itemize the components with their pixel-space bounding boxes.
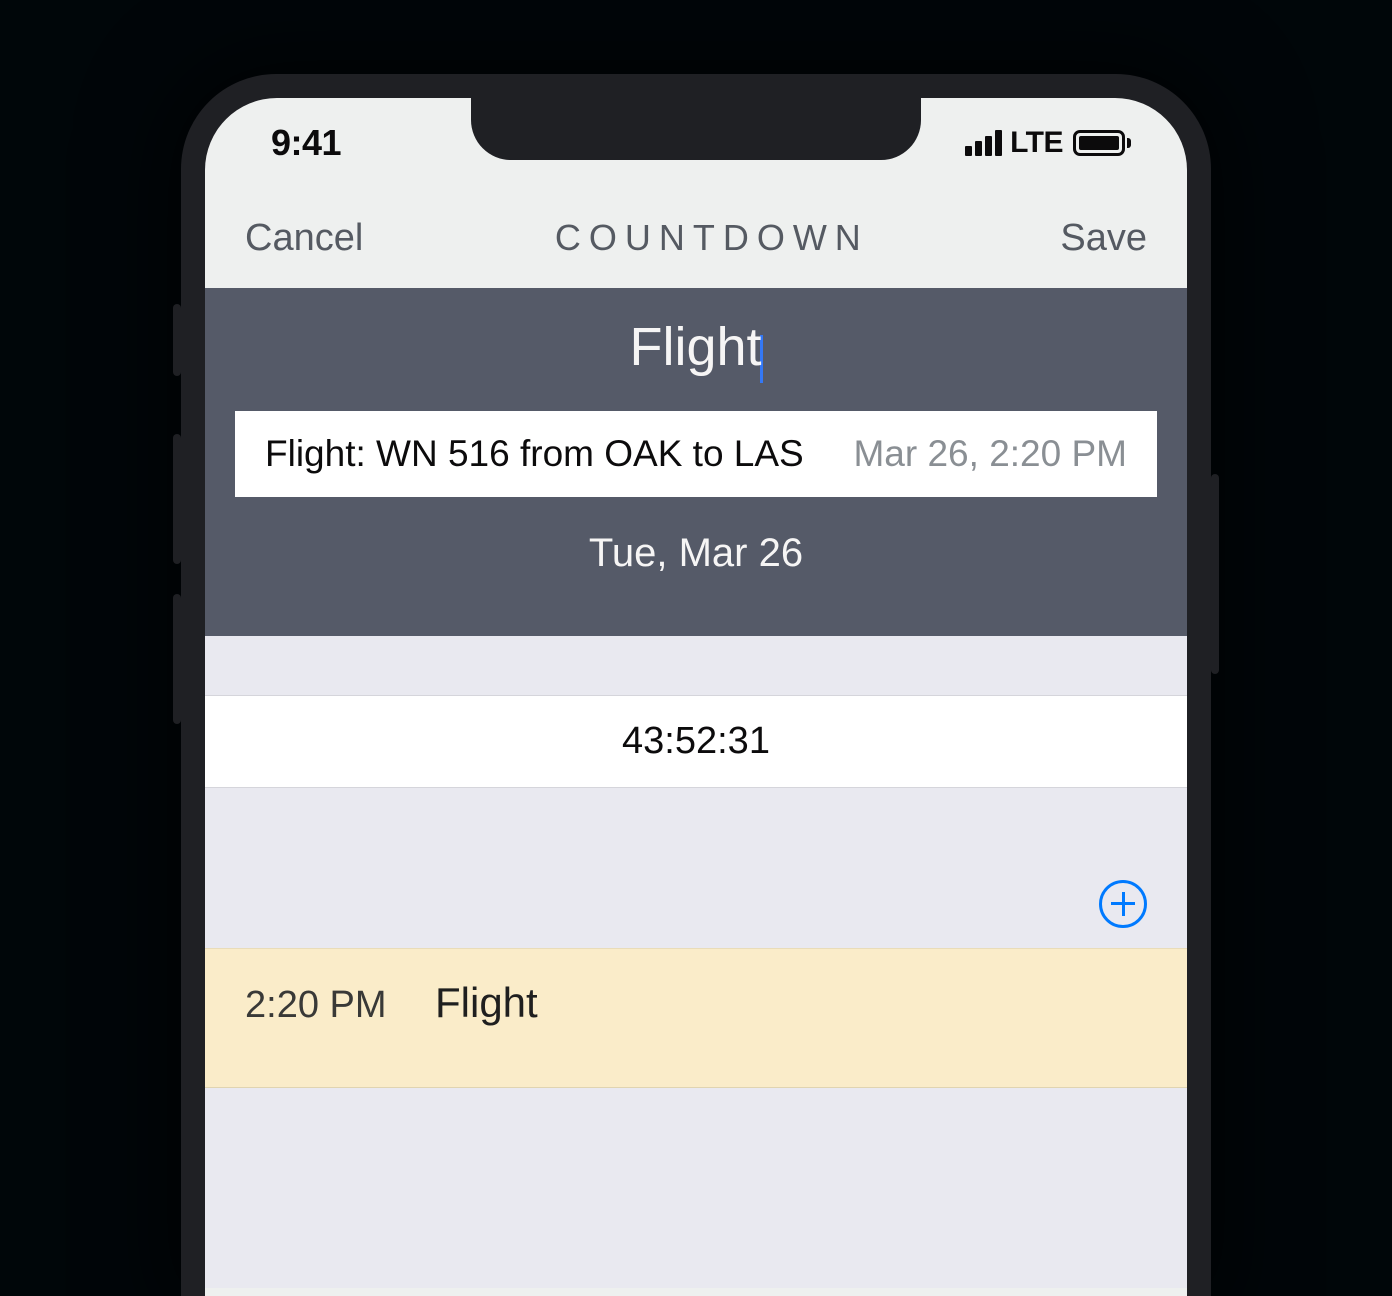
editor-panel: Flight Flight: WN 516 from OAK to LAS Ma…	[205, 288, 1187, 636]
event-name: Flight	[435, 979, 538, 1027]
notch	[471, 98, 921, 160]
volume-up-button	[173, 434, 181, 564]
suggestion-text: Flight: WN 516 from OAK to LAS	[265, 433, 804, 475]
countdown-timer: 43:52:31	[205, 696, 1187, 788]
spacer	[205, 636, 1187, 696]
phone-frame: 9:41 LTE Cancel COUNTDOWN Save Flight	[181, 74, 1211, 1296]
side-button	[173, 304, 181, 376]
nav-bar: Cancel COUNTDOWN Save	[205, 188, 1187, 288]
event-time: 2:20 PM	[245, 984, 395, 1027]
status-time: 9:41	[271, 122, 341, 164]
volume-down-button	[173, 594, 181, 724]
screen: 9:41 LTE Cancel COUNTDOWN Save Flight	[205, 98, 1187, 1296]
add-button[interactable]	[1099, 880, 1147, 928]
title-input-row[interactable]: Flight	[205, 316, 1187, 387]
title-input[interactable]: Flight	[629, 316, 761, 378]
suggestion-date: Mar 26, 2:20 PM	[853, 433, 1127, 475]
content-area: 43:52:31 2:20 PM Flight	[205, 636, 1187, 1288]
page-title: COUNTDOWN	[555, 217, 869, 259]
add-section	[205, 788, 1187, 948]
cancel-button[interactable]: Cancel	[245, 217, 363, 260]
date-picker-label[interactable]: Tue, Mar 26	[205, 531, 1187, 576]
calendar-event-row[interactable]: 2:20 PM Flight	[205, 948, 1187, 1088]
power-button	[1211, 474, 1219, 674]
battery-icon	[1073, 130, 1131, 156]
save-button[interactable]: Save	[1060, 217, 1147, 260]
network-label: LTE	[1010, 126, 1063, 160]
suggestion-card[interactable]: Flight: WN 516 from OAK to LAS Mar 26, 2…	[235, 411, 1157, 497]
spacer	[205, 1088, 1187, 1288]
signal-icon	[965, 130, 1002, 156]
status-indicators: LTE	[965, 126, 1131, 160]
